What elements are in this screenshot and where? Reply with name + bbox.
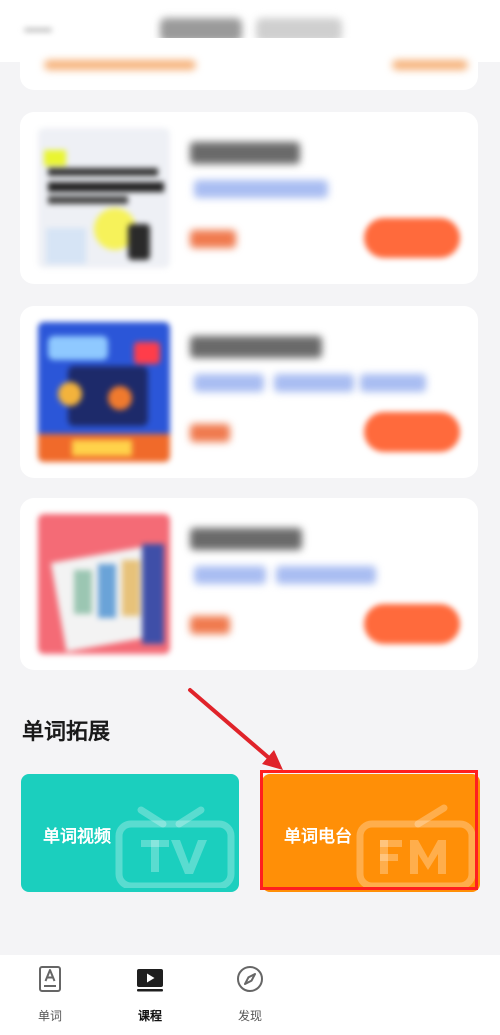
bottom-tab-bar: 单词 课程 发现 <box>0 955 500 1035</box>
tab-word-label: 单词 <box>37 1009 62 1023</box>
word-radio-card[interactable]: 单词电台 <box>262 774 480 892</box>
word-video-card[interactable]: 单词视频 <box>21 774 239 892</box>
card-info-blur <box>44 60 196 70</box>
buy-button[interactable] <box>364 218 460 258</box>
tab-course[interactable]: 课程 <box>110 955 190 1035</box>
tv-icon <box>115 806 235 888</box>
course-tag <box>194 374 264 392</box>
course-tag <box>194 180 328 198</box>
section-title: 单词拓展 <box>22 720 111 745</box>
course-title <box>190 336 322 358</box>
compass-icon <box>237 966 263 992</box>
course-tag <box>194 566 266 584</box>
tab-course-label: 课程 <box>137 1009 162 1023</box>
play-icon <box>137 969 163 992</box>
course-tag <box>274 374 354 392</box>
course-card[interactable] <box>20 498 478 670</box>
buy-button[interactable] <box>364 412 460 452</box>
course-cover-image <box>38 322 170 462</box>
word-book-icon <box>39 966 61 992</box>
buy-button[interactable] <box>364 604 460 644</box>
course-cover-image <box>38 128 170 268</box>
tab-discover[interactable]: 发现 <box>210 955 290 1035</box>
course-price <box>190 424 230 442</box>
course-card[interactable] <box>20 112 478 284</box>
course-card[interactable] <box>20 306 478 478</box>
course-card-partial[interactable] <box>20 38 478 90</box>
tab-word[interactable]: 单词 <box>10 955 90 1035</box>
word-video-label: 单词视频 <box>43 827 111 847</box>
course-price <box>190 616 230 634</box>
course-title <box>190 142 300 164</box>
course-price <box>190 230 236 248</box>
course-cover-image <box>38 514 170 654</box>
fm-radio-icon <box>356 804 476 888</box>
word-radio-label: 单词电台 <box>284 827 352 847</box>
card-info-blur <box>392 60 468 70</box>
course-tag <box>276 566 376 584</box>
tab-discover-label: 发现 <box>237 1009 262 1023</box>
course-title <box>190 528 302 550</box>
course-tag <box>360 374 426 392</box>
